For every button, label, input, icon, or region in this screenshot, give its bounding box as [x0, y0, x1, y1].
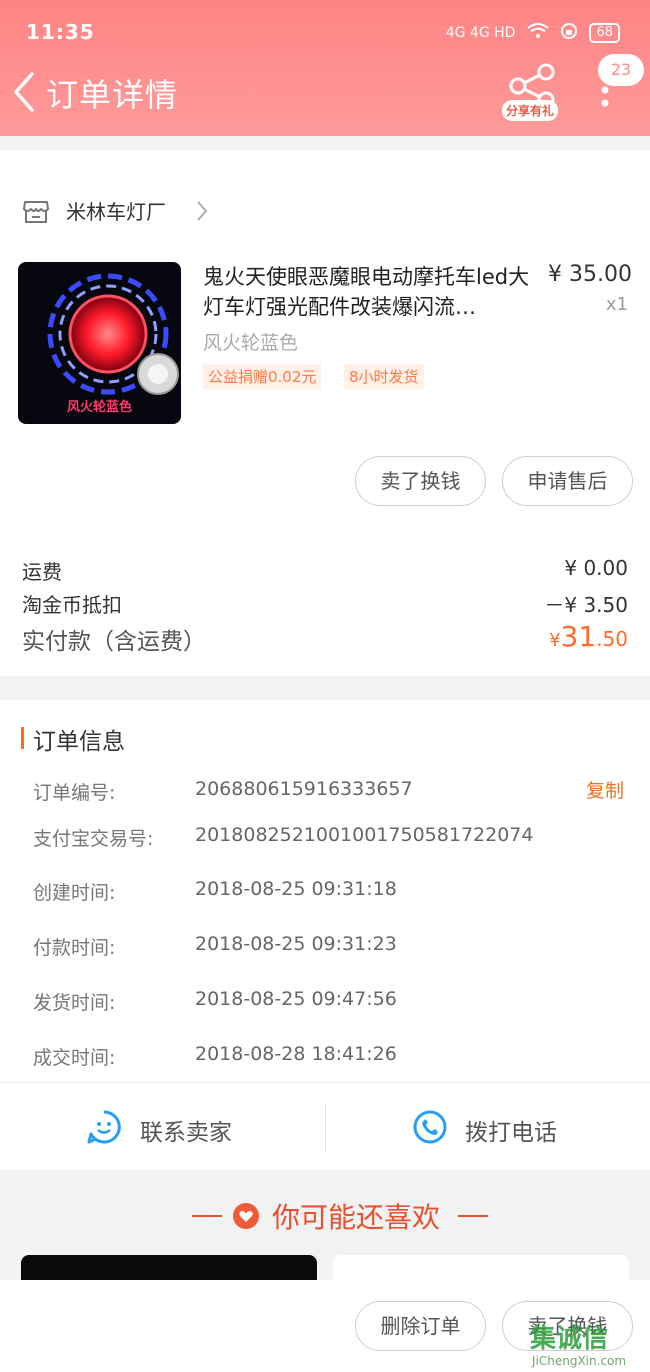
- shipped-time-label: 发货时间:: [33, 992, 116, 1014]
- order-info-title: 订单信息: [33, 729, 125, 755]
- top-strip: [0, 150, 650, 172]
- order-number-label: 订单编号:: [33, 782, 116, 804]
- recommend-line-left: [192, 1215, 222, 1217]
- section-accent-bar: [21, 727, 24, 749]
- amount-paid-integer: 31: [560, 620, 597, 653]
- chevron-right-icon[interactable]: [195, 200, 209, 222]
- copy-button[interactable]: 复制: [586, 776, 624, 803]
- recommend-line-right: [458, 1215, 488, 1217]
- store-icon: [23, 201, 49, 223]
- delete-order-button[interactable]: 删除订单: [355, 1301, 486, 1351]
- amount-paid-decimal: .50: [596, 627, 628, 651]
- completed-time-value: 2018-08-28 18:41:26: [195, 1043, 397, 1065]
- image-caption: 风火轮蓝色: [66, 400, 132, 415]
- charity-tag: 公益捐赠0.02元: [203, 364, 322, 389]
- currency-symbol: ¥: [549, 630, 561, 651]
- phone-icon: [413, 1110, 447, 1144]
- completed-time-label: 成交时间:: [33, 1047, 116, 1069]
- watermark-url: JiChengXin.com: [532, 1354, 627, 1368]
- call-phone-label: 拨打电话: [465, 1120, 557, 1146]
- call-phone-button[interactable]: 拨打电话: [326, 1083, 650, 1171]
- status-time: 11:35: [26, 20, 95, 44]
- coin-deduction-value: －¥ 3.50: [544, 593, 628, 617]
- shipping-fee-value: ¥ 0.00: [564, 556, 628, 580]
- contact-seller-label: 联系卖家: [140, 1120, 232, 1146]
- share-reward-label[interactable]: 分享有礼: [502, 100, 559, 121]
- shipping-time-tag: 8小时发货: [344, 364, 424, 389]
- amount-paid-label: 实付款（含运费）: [22, 629, 206, 655]
- shipped-time-value: 2018-08-25 09:47:56: [195, 988, 397, 1010]
- coin-deduction-label: 淘金币抵扣: [22, 593, 122, 617]
- product-quantity: x1: [605, 294, 628, 315]
- amount-paid-value: ¥31.50: [549, 620, 628, 653]
- heart-icon: [233, 1203, 259, 1229]
- status-icons: 4G 4G HD 68: [446, 22, 620, 44]
- site-watermark: 集诚信 JiChengXin.com: [530, 1318, 626, 1368]
- paid-time-value: 2018-08-25 09:31:23: [195, 933, 397, 955]
- created-time-label: 创建时间:: [33, 882, 116, 904]
- shipping-fee-label: 运费: [22, 560, 62, 584]
- network-indicator: 4G 4G HD: [445, 25, 516, 41]
- message-badge[interactable]: 23: [598, 54, 644, 86]
- product-title[interactable]: 鬼火天使眼恶魔眼电动摩托车led大灯车灯强光配件改装爆闪流…: [203, 262, 543, 322]
- contact-bar: 联系卖家 拨打电话: [0, 1082, 650, 1170]
- wifi-icon: [527, 23, 550, 43]
- created-time-value: 2018-08-25 09:31:18: [195, 878, 397, 900]
- sell-for-cash-button[interactable]: 卖了换钱: [355, 456, 486, 506]
- shop-name[interactable]: 米林车灯厂: [66, 196, 166, 225]
- recommend-title: 你可能还喜欢: [272, 1201, 441, 1234]
- product-variant: 风火轮蓝色: [203, 332, 299, 354]
- contact-seller-button[interactable]: 联系卖家: [0, 1083, 325, 1171]
- alipay-trade-value: 2018082521001001750581722074: [195, 824, 534, 846]
- order-number-value: 206880615916333657: [195, 778, 413, 800]
- product-image[interactable]: 风火轮蓝色: [18, 262, 181, 424]
- product-price: ¥ 35.00: [548, 262, 632, 287]
- lock-icon: [561, 22, 578, 44]
- apply-after-sale-button[interactable]: 申请售后: [502, 456, 633, 506]
- header: 11:35 4G 4G HD 68 订单详情 分享有礼 23: [0, 0, 650, 136]
- chat-face-icon: [87, 1110, 121, 1144]
- alipay-trade-label: 支付宝交易号:: [33, 828, 154, 850]
- paid-time-label: 付款时间:: [33, 937, 116, 959]
- battery-indicator: 68: [589, 23, 620, 43]
- back-arrow-icon[interactable]: [10, 70, 40, 114]
- page-title: 订单详情: [46, 76, 179, 114]
- watermark-logo: 集诚信: [530, 1324, 609, 1354]
